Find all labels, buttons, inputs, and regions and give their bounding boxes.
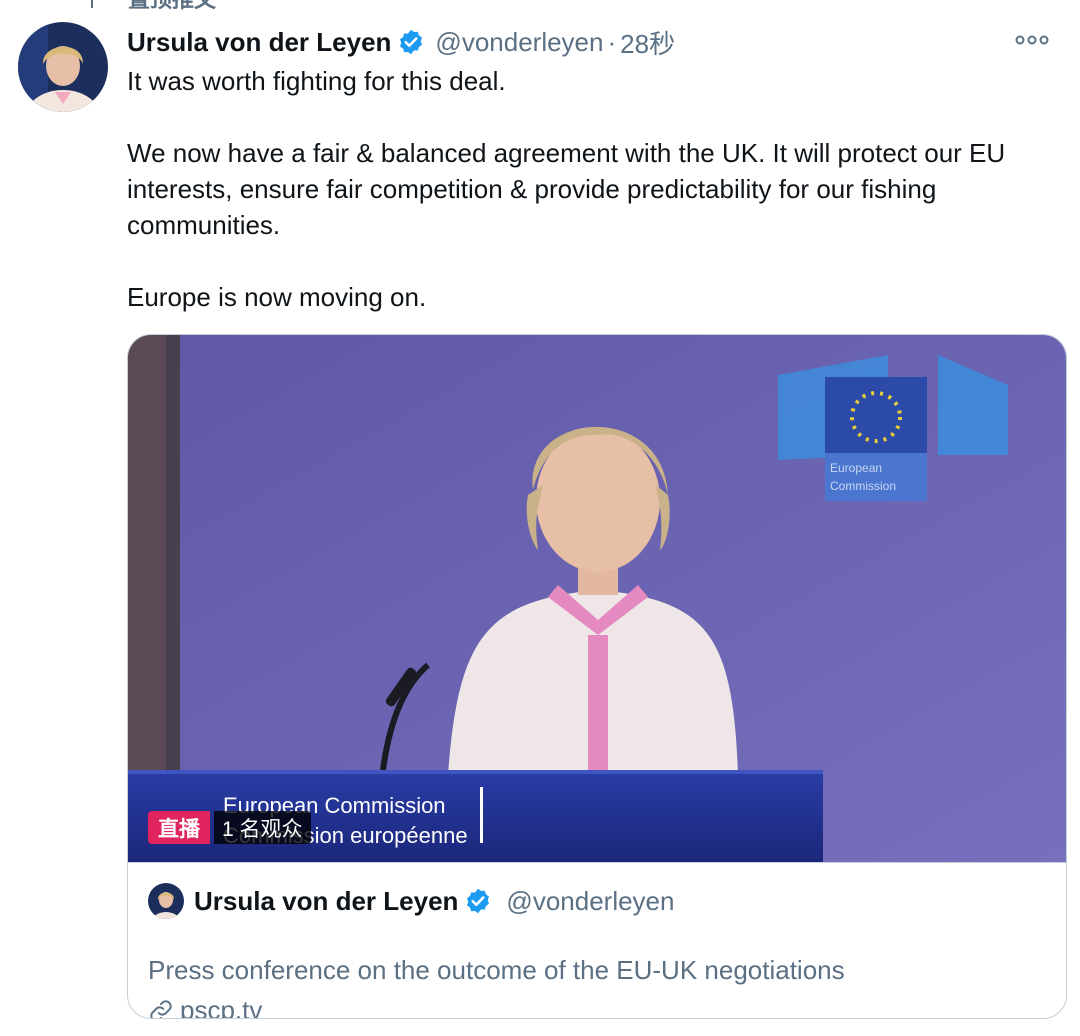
more-icon bbox=[1015, 35, 1049, 45]
separator-dot: · bbox=[607, 26, 617, 57]
periscope-card[interactable]: European Commission European Commission … bbox=[127, 334, 1067, 1019]
card-details[interactable]: Ursula von der Leyen @vonderleyen Press … bbox=[128, 862, 1066, 1019]
card-link-text: pscp.tv bbox=[180, 995, 263, 1019]
author-avatar[interactable] bbox=[18, 22, 108, 112]
author-name[interactable]: Ursula von der Leyen bbox=[127, 27, 391, 58]
svg-text:Commission: Commission bbox=[830, 479, 896, 493]
card-author-handle: @vonderleyen bbox=[506, 885, 675, 916]
tweet-paragraph: It was worth fighting for this deal. bbox=[127, 66, 506, 96]
card-author: Ursula von der Leyen @vonderleyen bbox=[148, 883, 674, 919]
pin-icon bbox=[91, 0, 93, 8]
tweet-paragraph: We now have a fair & balanced agreement … bbox=[127, 138, 1006, 240]
card-title: Press conference on the outcome of the E… bbox=[148, 955, 845, 985]
tweet-header: Ursula von der Leyen @vonderleyen · 28秒 bbox=[127, 24, 1060, 60]
live-video-thumbnail[interactable]: European Commission European Commission … bbox=[128, 335, 1066, 862]
link-icon bbox=[150, 999, 172, 1018]
tweet-timestamp[interactable]: 28秒 bbox=[620, 24, 675, 61]
card-author-avatar bbox=[148, 883, 184, 919]
svg-text:European: European bbox=[830, 461, 882, 475]
viewer-count: 1 名观众 bbox=[214, 811, 311, 844]
more-button[interactable] bbox=[1010, 24, 1054, 56]
pinned-label: 置顶推文 bbox=[128, 0, 216, 14]
live-badge: 直播 1 名观众 bbox=[148, 811, 311, 844]
tweet-paragraph: Europe is now moving on. bbox=[127, 282, 427, 312]
verified-icon bbox=[400, 29, 423, 55]
card-link[interactable]: pscp.tv bbox=[148, 995, 263, 1019]
pinned-indicator: 置顶推文 bbox=[80, 0, 216, 12]
card-author-name: Ursula von der Leyen bbox=[194, 885, 459, 916]
verified-icon bbox=[467, 888, 490, 914]
live-label: 直播 bbox=[148, 811, 210, 844]
tweet-body: It was worth fighting for this deal. We … bbox=[127, 63, 1072, 315]
author-handle[interactable]: @vonderleyen bbox=[435, 27, 603, 58]
